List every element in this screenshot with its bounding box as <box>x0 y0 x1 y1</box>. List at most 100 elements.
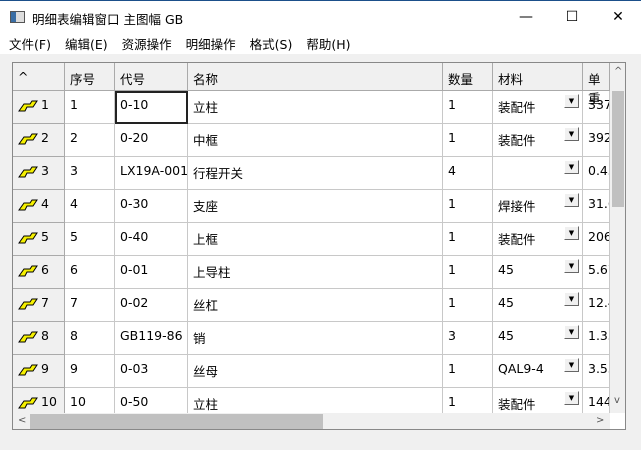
row-header[interactable]: 3 <box>13 157 65 190</box>
cell-seq[interactable]: 3 <box>65 157 115 190</box>
cell-wt[interactable]: 12.4 <box>583 289 610 322</box>
row-header[interactable]: 1 <box>13 91 65 124</box>
menu-item-0[interactable]: 文件(F) <box>4 34 56 53</box>
cell-seq[interactable]: 2 <box>65 124 115 157</box>
material-dropdown-button[interactable]: ▼ <box>564 94 579 108</box>
cell-code[interactable]: 0-01 <box>115 256 188 289</box>
cell-mat[interactable]: 装配件 ▼ <box>493 223 583 256</box>
cell-wt[interactable]: 392. <box>583 124 610 157</box>
cell-text: 8 <box>70 328 78 343</box>
maximize-button[interactable]: ☐ <box>549 1 595 33</box>
menu-item-4[interactable]: 格式(S) <box>245 34 298 53</box>
cell-mat[interactable]: 45 ▼ <box>493 289 583 322</box>
material-dropdown-button[interactable]: ▼ <box>564 391 579 405</box>
cell-qty[interactable]: 1 <box>443 190 493 223</box>
cell-mat[interactable]: 装配件 ▼ <box>493 91 583 124</box>
cell-text: 0-30 <box>120 196 149 211</box>
menu-item-3[interactable]: 明细操作 <box>181 34 241 53</box>
horizontal-scrollbar[interactable]: < > <box>13 413 610 429</box>
cell-qty[interactable]: 4 <box>443 157 493 190</box>
cell-seq[interactable]: 9 <box>65 355 115 388</box>
column-header-4[interactable]: 材料 <box>493 63 583 91</box>
cell-wt[interactable]: 31.6 <box>583 190 610 223</box>
cell-qty[interactable]: 1 <box>443 124 493 157</box>
material-dropdown-button[interactable]: ▼ <box>564 358 579 372</box>
material-dropdown-button[interactable]: ▼ <box>564 292 579 306</box>
cell-mat[interactable]: ▼ <box>493 157 583 190</box>
material-dropdown-button[interactable]: ▼ <box>564 160 579 174</box>
row-header[interactable]: 9 <box>13 355 65 388</box>
vertical-scrollbar[interactable]: ^ v <box>610 63 625 413</box>
scroll-up-icon[interactable]: ^ <box>614 66 622 77</box>
cell-code[interactable]: 0-10 <box>115 91 188 124</box>
minimize-button[interactable]: — <box>503 1 549 33</box>
cell-name[interactable]: 中框 <box>188 124 443 157</box>
cell-wt[interactable]: 5.67 <box>583 256 610 289</box>
cell-code[interactable]: 0-40 <box>115 223 188 256</box>
cell-qty[interactable]: 1 <box>443 223 493 256</box>
column-header-1[interactable]: 代号 <box>115 63 188 91</box>
material-dropdown-button[interactable]: ▼ <box>564 127 579 141</box>
cell-seq[interactable]: 1 <box>65 91 115 124</box>
menu-item-2[interactable]: 资源操作 <box>117 34 177 53</box>
row-header[interactable]: 8 <box>13 322 65 355</box>
horizontal-scroll-thumb[interactable] <box>30 414 323 429</box>
close-button[interactable]: ✕ <box>595 1 641 33</box>
column-header-3[interactable]: 数量 <box>443 63 493 91</box>
cell-seq[interactable]: 7 <box>65 289 115 322</box>
cell-seq[interactable]: 5 <box>65 223 115 256</box>
column-header-5[interactable]: 单重 <box>583 63 610 106</box>
row-header[interactable]: 5 <box>13 223 65 256</box>
cell-code[interactable]: GB119-86 <box>115 322 188 355</box>
cell-name[interactable]: 丝杠 <box>188 289 443 322</box>
cell-mat[interactable]: 装配件 ▼ <box>493 124 583 157</box>
cell-wt[interactable]: 1.35 <box>583 322 610 355</box>
cell-qty[interactable]: 3 <box>443 322 493 355</box>
material-dropdown-button[interactable]: ▼ <box>564 259 579 273</box>
cell-name[interactable]: 丝母 <box>188 355 443 388</box>
scroll-down-icon[interactable]: v <box>614 395 620 406</box>
cell-qty[interactable]: 1 <box>443 91 493 124</box>
cell-code[interactable]: 0-02 <box>115 289 188 322</box>
row-header[interactable]: 6 <box>13 256 65 289</box>
menu-item-1[interactable]: 编辑(E) <box>60 34 113 53</box>
cell-seq[interactable]: 4 <box>65 190 115 223</box>
material-dropdown-button[interactable]: ▼ <box>564 325 579 339</box>
cell-qty[interactable]: 1 <box>443 289 493 322</box>
cell-seq[interactable]: 6 <box>65 256 115 289</box>
material-dropdown-button[interactable]: ▼ <box>564 226 579 240</box>
cell-mat[interactable]: 焊接件 ▼ <box>493 190 583 223</box>
cell-name[interactable]: 立柱 <box>188 91 443 124</box>
column-header-0[interactable]: 序号 <box>65 63 115 91</box>
row-header[interactable]: 7 <box>13 289 65 322</box>
cell-code[interactable]: 0-30 <box>115 190 188 223</box>
cell-name[interactable]: 上导柱 <box>188 256 443 289</box>
cell-qty[interactable]: 1 <box>443 355 493 388</box>
column-header-2[interactable]: 名称 <box>188 63 443 91</box>
cell-name[interactable]: 上框 <box>188 223 443 256</box>
material-dropdown-button[interactable]: ▼ <box>564 193 579 207</box>
cell-seq[interactable]: 8 <box>65 322 115 355</box>
cell-code[interactable]: 0-03 <box>115 355 188 388</box>
cell-name[interactable]: 支座 <box>188 190 443 223</box>
cell-wt[interactable]: 0.45 <box>583 157 610 190</box>
row-header[interactable]: 2 <box>13 124 65 157</box>
cell-code[interactable]: 0-20 <box>115 124 188 157</box>
cell-code[interactable]: LX19A-001 <box>115 157 188 190</box>
menu-item-5[interactable]: 帮助(H) <box>301 34 355 53</box>
cell-text: 2 <box>70 130 78 145</box>
cell-name[interactable]: 行程开关 <box>188 157 443 190</box>
scroll-left-icon[interactable]: < <box>18 415 26 426</box>
corner-header[interactable]: ^ <box>13 63 65 91</box>
row-header[interactable]: 4 <box>13 190 65 223</box>
cell-wt[interactable]: 206 <box>583 223 610 256</box>
vertical-scroll-thumb[interactable] <box>612 91 624 207</box>
cell-mat[interactable]: QAL9-4 ▼ <box>493 355 583 388</box>
cell-qty[interactable]: 1 <box>443 256 493 289</box>
scroll-right-icon[interactable]: > <box>596 415 604 426</box>
cell-mat[interactable]: 45 ▼ <box>493 256 583 289</box>
cell-wt[interactable]: 3.53 <box>583 355 610 388</box>
cell-mat[interactable]: 45 ▼ <box>493 322 583 355</box>
cell-name[interactable]: 销 <box>188 322 443 355</box>
cell-text: 上框 <box>193 232 219 247</box>
